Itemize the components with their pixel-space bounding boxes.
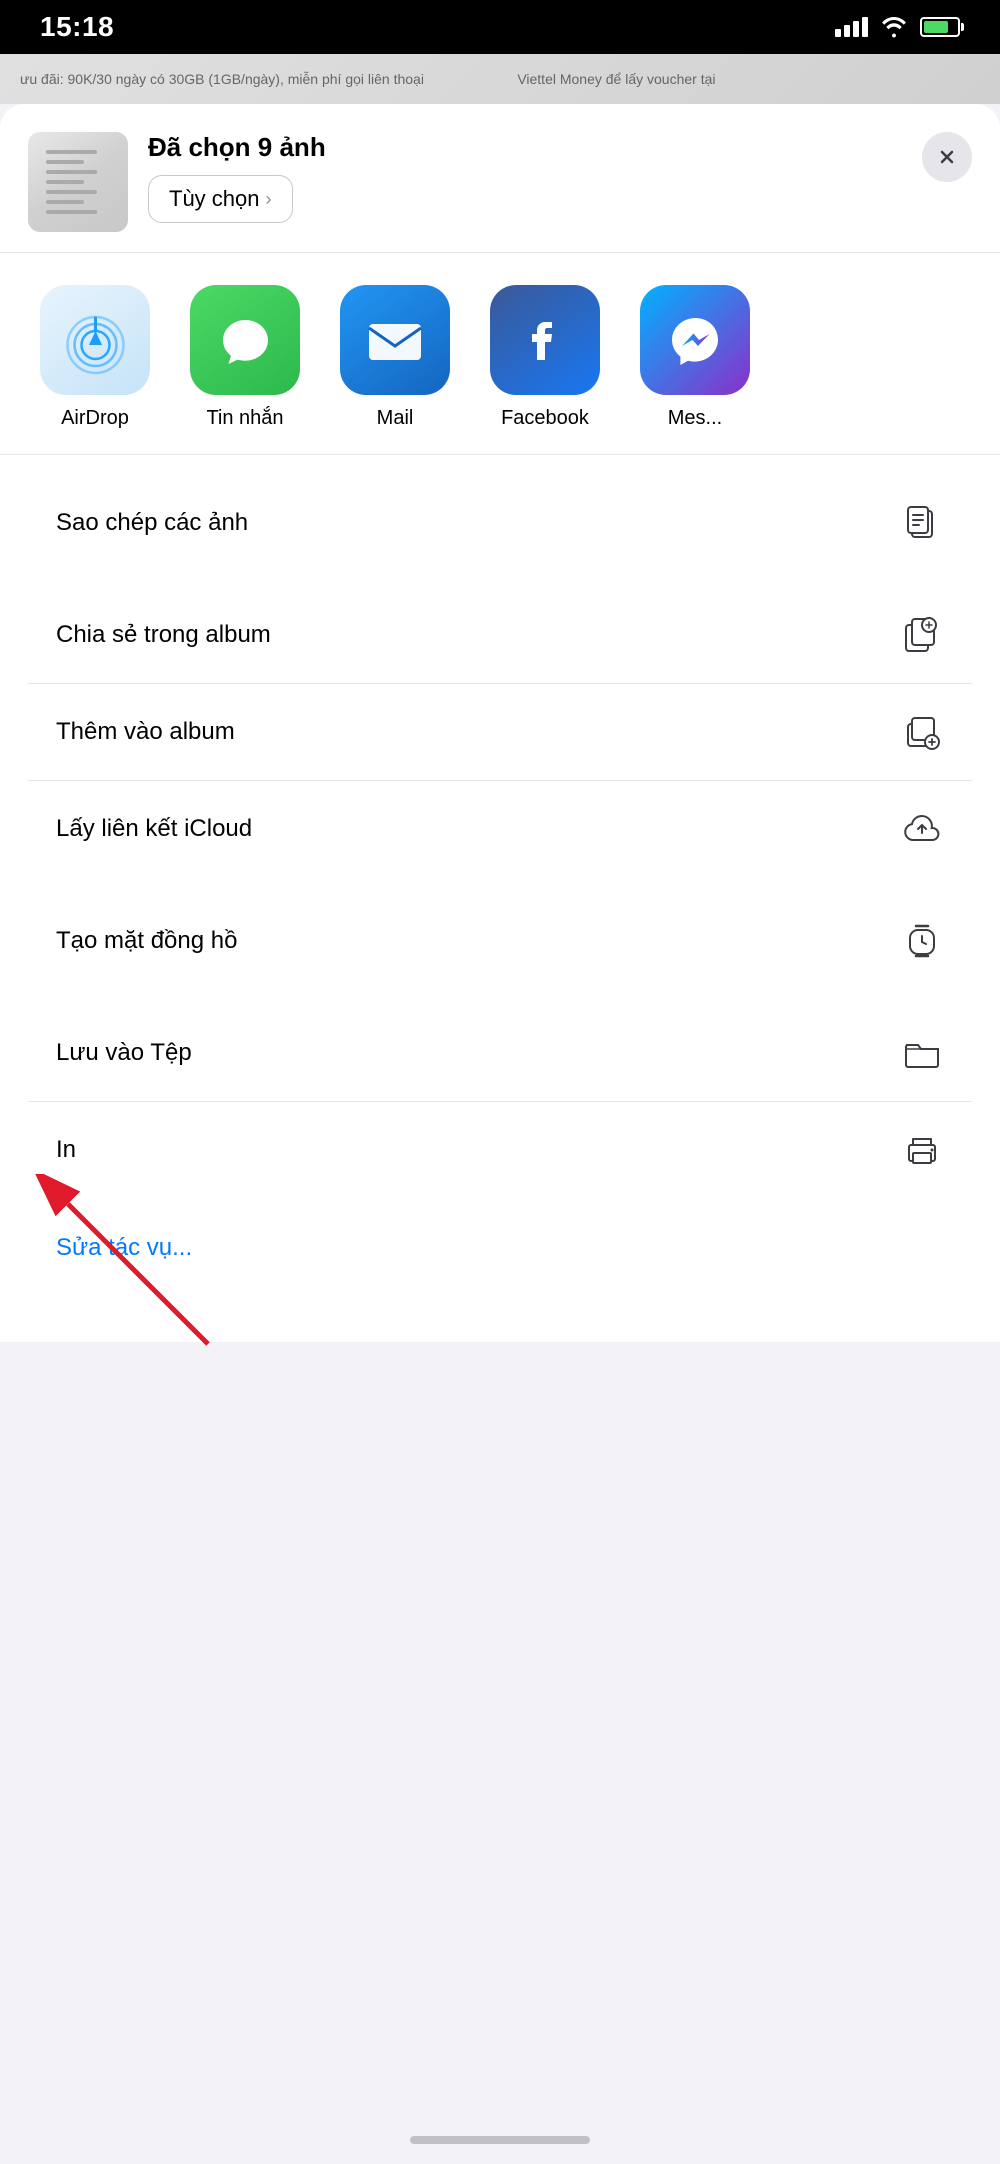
apps-scroll: AirDrop Tin nhắn Mail [0, 285, 1000, 430]
action-item-watch-face[interactable]: Tạo mặt đồng hồ [28, 893, 972, 989]
action-item-icloud-link[interactable]: Lấy liên kết iCloud [28, 781, 972, 877]
messenger-app-icon [640, 285, 750, 395]
airdrop-label: AirDrop [61, 407, 129, 430]
save-files-label: Lưu vào Tệp [56, 1039, 192, 1067]
watch-icon [900, 919, 944, 963]
messages-app-icon [190, 285, 300, 395]
mail-app-icon [340, 285, 450, 395]
facebook-label: Facebook [501, 407, 589, 430]
app-item-messenger[interactable]: Mes... [620, 285, 770, 430]
browser-background: ưu đãi: 90K/30 ngày có 30GB (1GB/ngày), … [0, 54, 1000, 104]
status-time: 15:18 [40, 11, 114, 43]
folder-icon [900, 1031, 944, 1075]
battery-icon [920, 17, 960, 37]
messages-label: Tin nhắn [206, 407, 283, 430]
facebook-app-icon [490, 285, 600, 395]
messenger-label: Mes... [668, 407, 722, 430]
share-album-label: Chia sẻ trong album [56, 621, 271, 649]
app-item-messages[interactable]: Tin nhắn [170, 285, 320, 430]
action-item-save-files[interactable]: Lưu vào Tệp [28, 1005, 972, 1102]
print-label: In [56, 1136, 76, 1164]
mail-label: Mail [377, 407, 414, 430]
share-album-icon [900, 613, 944, 657]
browser-tab-text: ưu đãi: 90K/30 ngày có 30GB (1GB/ngày), … [20, 71, 716, 87]
app-item-facebook[interactable]: Facebook [470, 285, 620, 430]
chevron-right-icon: › [266, 189, 272, 210]
header-info: Đã chọn 9 ảnh Tùy chọn › [148, 132, 902, 223]
copy-photos-label: Sao chép các ảnh [56, 509, 248, 537]
cloud-icon [900, 807, 944, 851]
print-icon [900, 1128, 944, 1172]
selected-count: Đã chọn 9 ảnh [148, 132, 902, 163]
options-button[interactable]: Tùy chọn › [148, 175, 293, 223]
action-group-2: Chia sẻ trong album Thêm vào album [28, 587, 972, 877]
wifi-icon [880, 16, 908, 38]
add-album-icon [900, 710, 944, 754]
share-header: Đã chọn 9 ảnh Tùy chọn › [0, 104, 1000, 253]
icloud-link-label: Lấy liên kết iCloud [56, 815, 252, 843]
actions-section: Sao chép các ảnh Chia sẻ trong album [0, 455, 1000, 1302]
airdrop-app-icon [40, 285, 150, 395]
copy-icon [900, 501, 944, 545]
signal-icon [835, 17, 868, 37]
apps-section: AirDrop Tin nhắn Mail [0, 253, 1000, 455]
close-button[interactable] [922, 132, 972, 182]
status-icons [835, 16, 960, 38]
action-group-1: Sao chép các ảnh [28, 475, 972, 571]
status-bar: 15:18 [0, 0, 1000, 54]
app-item-airdrop[interactable]: AirDrop [20, 285, 170, 430]
app-item-mail[interactable]: Mail [320, 285, 470, 430]
action-group-3: Tạo mặt đồng hồ [28, 893, 972, 989]
action-item-copy-photos[interactable]: Sao chép các ảnh [28, 475, 972, 571]
action-item-share-album[interactable]: Chia sẻ trong album [28, 587, 972, 684]
action-group-4: Lưu vào Tệp In [28, 1005, 972, 1198]
action-item-add-album[interactable]: Thêm vào album [28, 684, 972, 781]
action-item-print[interactable]: In [28, 1102, 972, 1198]
add-album-label: Thêm vào album [56, 718, 235, 746]
home-indicator [410, 2136, 590, 2144]
preview-thumbnail [28, 132, 128, 232]
edit-actions-container: Sửa tác vụ... [28, 1214, 972, 1282]
edit-actions-button[interactable]: Sửa tác vụ... [28, 1214, 220, 1282]
watch-face-label: Tạo mặt đồng hồ [56, 927, 237, 955]
share-sheet: Đã chọn 9 ảnh Tùy chọn › [0, 104, 1000, 1342]
